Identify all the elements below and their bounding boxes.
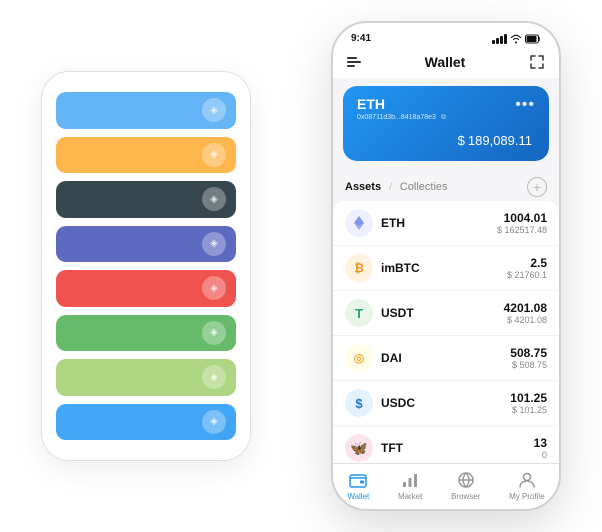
asset-item-dai[interactable]: ◎ DAI 508.75 $ 508.75 (333, 336, 559, 381)
bg-card-1: ◈ (56, 92, 236, 129)
bg-card-icon-5: ◈ (202, 276, 226, 300)
tft-amounts: 13 0 (534, 436, 547, 460)
asset-item-usdt[interactable]: T USDT 4201.08 $ 4201.08 (333, 291, 559, 336)
assets-tabs: Assets / Collecties (345, 181, 448, 193)
phone: 9:41 (331, 21, 561, 511)
time-display: 9:41 (351, 33, 371, 44)
imbtc-amount-usd: $ 21760.1 (507, 270, 547, 280)
usdc-asset-name: USDC (381, 396, 510, 410)
usdt-asset-name: USDT (381, 306, 504, 320)
asset-list: ETH 1004.01 $ 162517.48 ₿ imBTC 2.5 $ 21… (333, 201, 559, 463)
scene: ◈ ◈ ◈ ◈ ◈ ◈ ◈ ◈ 9:41 (21, 16, 581, 516)
asset-item-tft[interactable]: 🦋 TFT 13 0 (333, 426, 559, 463)
eth-hero-top: ETH 0x08711d3b...8418a78e3 ⧉ ••• (357, 96, 535, 122)
menu-icon[interactable] (347, 57, 361, 67)
bg-card-5: ◈ (56, 270, 236, 307)
tft-icon: 🦋 (345, 434, 373, 462)
imbtc-asset-name: imBTC (381, 261, 507, 275)
expand-icon[interactable] (529, 54, 545, 70)
usdt-amount-usd: $ 4201.08 (504, 315, 547, 325)
bg-card-2: ◈ (56, 137, 236, 174)
browser-nav-label: Browser (451, 492, 480, 501)
tft-amount-primary: 13 (534, 436, 547, 450)
usdc-icon: $ (345, 389, 373, 417)
tab-collecties[interactable]: Collecties (400, 181, 448, 193)
imbtc-amount-primary: 2.5 (507, 256, 547, 270)
bg-card-icon-3: ◈ (202, 187, 226, 211)
profile-nav-icon (517, 470, 537, 490)
nav-market[interactable]: Market (398, 470, 422, 501)
eth-copy-icon: ⧉ (441, 114, 446, 121)
bg-card-icon-2: ◈ (202, 143, 226, 167)
battery-icon (525, 34, 541, 44)
status-bar: 9:41 (333, 23, 559, 48)
bg-card-3: ◈ (56, 181, 236, 218)
nav-wallet[interactable]: Wallet (347, 470, 369, 501)
dai-amount-usd: $ 508.75 (510, 360, 547, 370)
eth-asset-name: ETH (381, 216, 497, 230)
background-device: ◈ ◈ ◈ ◈ ◈ ◈ ◈ ◈ (41, 71, 251, 461)
bg-card-7: ◈ (56, 359, 236, 396)
bg-card-icon-8: ◈ (202, 410, 226, 434)
nav-browser[interactable]: Browser (451, 470, 480, 501)
tab-assets[interactable]: Assets (345, 181, 381, 193)
tft-asset-name: TFT (381, 441, 534, 455)
usdc-amount-primary: 101.25 (510, 391, 547, 405)
tft-amount-usd: 0 (534, 450, 547, 460)
usdt-icon: T (345, 299, 373, 327)
wallet-nav-icon (348, 470, 368, 490)
market-nav-label: Market (398, 492, 422, 501)
imbtc-amounts: 2.5 $ 21760.1 (507, 256, 547, 280)
bg-card-icon-7: ◈ (202, 365, 226, 389)
eth-amount-primary: 1004.01 (497, 211, 547, 225)
bg-card-4: ◈ (56, 226, 236, 263)
bg-card-icon-1: ◈ (202, 98, 226, 122)
usdc-amount-usd: $ 101.25 (510, 405, 547, 415)
imbtc-icon: ₿ (345, 254, 373, 282)
status-icons (492, 34, 541, 44)
browser-nav-icon (456, 470, 476, 490)
eth-hero-card[interactable]: ETH 0x08711d3b...8418a78e3 ⧉ ••• $189,08… (343, 86, 549, 161)
eth-amounts: 1004.01 $ 162517.48 (497, 211, 547, 235)
asset-item-imbtc[interactable]: ₿ imBTC 2.5 $ 21760.1 (333, 246, 559, 291)
usdt-amounts: 4201.08 $ 4201.08 (504, 301, 547, 325)
bg-card-icon-6: ◈ (202, 321, 226, 345)
market-nav-icon (400, 470, 420, 490)
wifi-icon (510, 34, 522, 44)
add-asset-button[interactable]: + (527, 177, 547, 197)
assets-header: Assets / Collecties + (333, 169, 559, 201)
asset-item-eth[interactable]: ETH 1004.01 $ 162517.48 (333, 201, 559, 246)
wallet-nav-label: Wallet (347, 492, 369, 501)
usdc-amounts: 101.25 $ 101.25 (510, 391, 547, 415)
eth-coin-name: ETH (357, 96, 446, 112)
bottom-nav: Wallet Market (333, 463, 559, 509)
dai-amounts: 508.75 $ 508.75 (510, 346, 547, 370)
eth-address: 0x08711d3b...8418a78e3 ⧉ (357, 114, 446, 122)
eth-balance-amount: $189,089.11 (357, 128, 535, 151)
asset-item-usdc[interactable]: $ USDC 101.25 $ 101.25 (333, 381, 559, 426)
dai-icon: ◎ (345, 344, 373, 372)
usdt-amount-primary: 4201.08 (504, 301, 547, 315)
dai-asset-name: DAI (381, 351, 510, 365)
nav-profile[interactable]: My Profile (509, 470, 545, 501)
tab-divider: / (389, 182, 392, 193)
eth-icon (345, 209, 373, 237)
phone-content: ETH 0x08711d3b...8418a78e3 ⧉ ••• $189,08… (333, 78, 559, 463)
eth-amount-usd: $ 162517.48 (497, 225, 547, 235)
bg-card-8: ◈ (56, 404, 236, 441)
eth-options-button[interactable]: ••• (515, 96, 535, 114)
dai-amount-primary: 508.75 (510, 346, 547, 360)
header-title: Wallet (425, 54, 466, 70)
bg-card-icon-4: ◈ (202, 232, 226, 256)
signal-bars (492, 34, 507, 44)
profile-nav-label: My Profile (509, 492, 545, 501)
phone-header: Wallet (333, 48, 559, 78)
bg-card-6: ◈ (56, 315, 236, 352)
